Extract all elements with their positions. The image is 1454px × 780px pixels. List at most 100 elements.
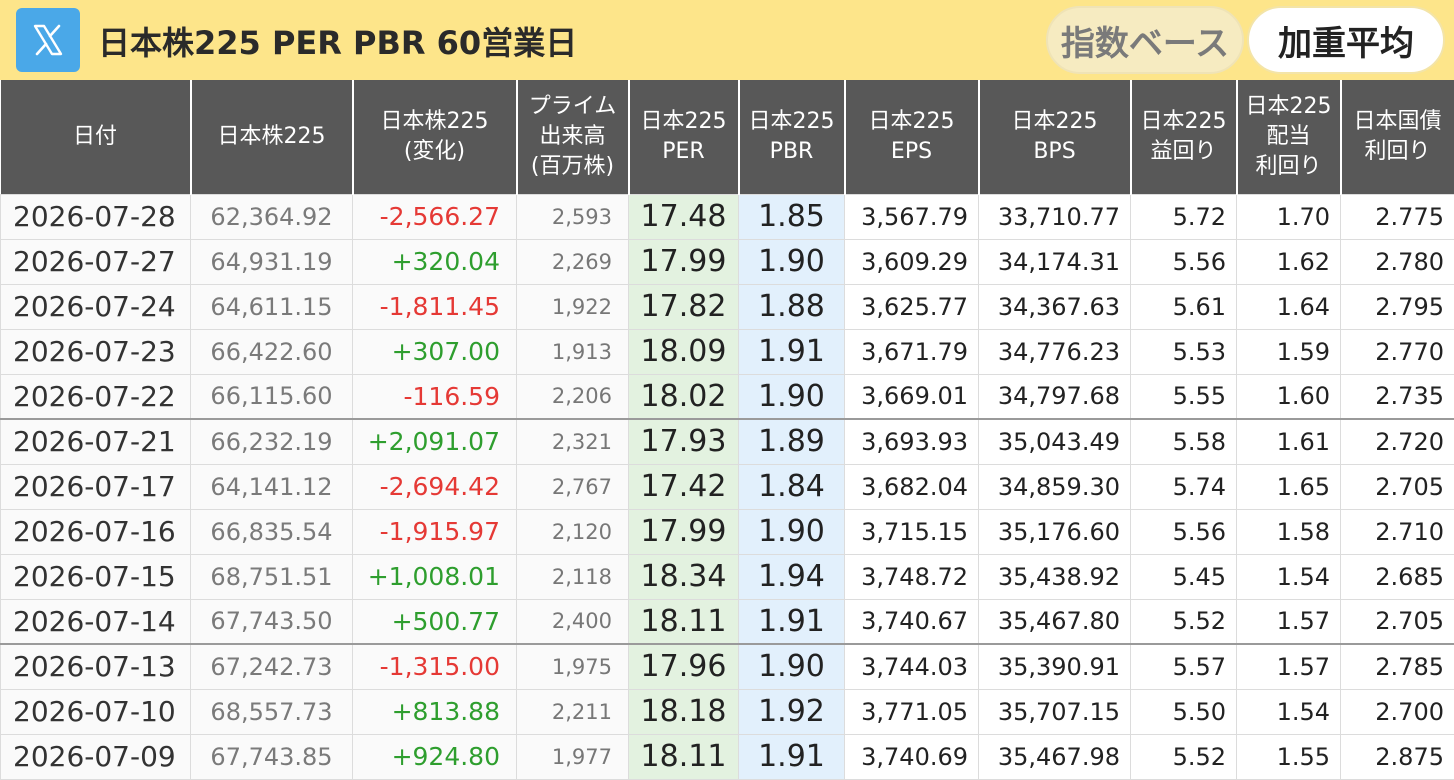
cell-volume: 2,767 (517, 464, 629, 509)
cell-bps: 34,367.63 (979, 284, 1131, 329)
cell-bps: 35,707.15 (979, 689, 1131, 734)
cell-per: 17.42 (629, 464, 739, 509)
cell-earnings-yield: 5.52 (1131, 599, 1237, 644)
x-logo-icon[interactable] (16, 8, 80, 72)
table-row[interactable]: 2026-07-1467,743.50+500.772,40018.111.91… (1, 599, 1454, 644)
cell-eps: 3,748.72 (845, 554, 979, 599)
header-change[interactable]: 日本株225(変化) (353, 80, 517, 194)
cell-jgb-yield: 2.875 (1341, 734, 1454, 779)
cell-bps: 35,176.60 (979, 509, 1131, 554)
table-row[interactable]: 2026-07-1666,835.54-1,915.972,12017.991.… (1, 509, 1454, 554)
cell-earnings-yield: 5.56 (1131, 239, 1237, 284)
cell-eps: 3,567.79 (845, 194, 979, 239)
cell-nikkei225: 66,422.60 (191, 329, 353, 374)
table-row[interactable]: 2026-07-2366,422.60+307.001,91318.091.91… (1, 329, 1454, 374)
cell-change: +2,091.07 (353, 419, 517, 464)
cell-date: 2026-07-14 (1, 599, 191, 644)
header-jgb-yield[interactable]: 日本国債利回り (1341, 80, 1454, 194)
cell-volume: 2,206 (517, 374, 629, 419)
cell-jgb-yield: 2.775 (1341, 194, 1454, 239)
cell-earnings-yield: 5.56 (1131, 509, 1237, 554)
cell-dividend-yield: 1.60 (1237, 374, 1341, 419)
cell-per: 18.09 (629, 329, 739, 374)
cell-change: -1,811.45 (353, 284, 517, 329)
cell-volume: 1,922 (517, 284, 629, 329)
cell-per: 17.48 (629, 194, 739, 239)
header-date[interactable]: 日付 (1, 80, 191, 194)
weighted-average-toggle-button[interactable]: 加重平均 (1247, 6, 1445, 74)
cell-bps: 35,467.80 (979, 599, 1131, 644)
header-label-line: 利回り (1238, 152, 1340, 182)
cell-change: +307.00 (353, 329, 517, 374)
cell-jgb-yield: 2.705 (1341, 599, 1454, 644)
cell-date: 2026-07-16 (1, 509, 191, 554)
cell-earnings-yield: 5.72 (1131, 194, 1237, 239)
table-row[interactable]: 2026-07-1568,751.51+1,008.012,11818.341.… (1, 554, 1454, 599)
header-label-line: 日本225 (846, 107, 978, 137)
header-label-line: (百万株) (518, 152, 628, 182)
cell-earnings-yield: 5.50 (1131, 689, 1237, 734)
header-label-line: 日本株225 (192, 122, 352, 152)
header-prime-volume[interactable]: プライム出来高(百万株) (517, 80, 629, 194)
cell-bps: 34,797.68 (979, 374, 1131, 419)
header-pbr[interactable]: 日本225PBR (739, 80, 845, 194)
cell-nikkei225: 67,743.50 (191, 599, 353, 644)
cell-change: -1,315.00 (353, 644, 517, 689)
header-eps[interactable]: 日本225EPS (845, 80, 979, 194)
cell-bps: 35,467.98 (979, 734, 1131, 779)
cell-jgb-yield: 2.780 (1341, 239, 1454, 284)
header-label-line: 益回り (1132, 137, 1236, 167)
cell-dividend-yield: 1.57 (1237, 644, 1341, 689)
header-nikkei225[interactable]: 日本株225 (191, 80, 353, 194)
cell-dividend-yield: 1.70 (1237, 194, 1341, 239)
cell-jgb-yield: 2.700 (1341, 689, 1454, 734)
table-row[interactable]: 2026-07-2764,931.19+320.042,26917.991.90… (1, 239, 1454, 284)
cell-pbr: 1.90 (739, 239, 845, 284)
cell-volume: 2,400 (517, 599, 629, 644)
table-row[interactable]: 2026-07-2266,115.60-116.592,20618.021.90… (1, 374, 1454, 419)
header-bps[interactable]: 日本225BPS (979, 80, 1131, 194)
table-row[interactable]: 2026-07-0967,743.85+924.801,97718.111.91… (1, 734, 1454, 779)
header-per[interactable]: 日本225PER (629, 80, 739, 194)
header-label-line: 出来高 (518, 122, 628, 152)
cell-per: 17.99 (629, 239, 739, 284)
cell-earnings-yield: 5.52 (1131, 734, 1237, 779)
cell-earnings-yield: 5.45 (1131, 554, 1237, 599)
cell-jgb-yield: 2.705 (1341, 464, 1454, 509)
header-label-line: 日本225 (630, 107, 738, 137)
cell-date: 2026-07-28 (1, 194, 191, 239)
cell-pbr: 1.84 (739, 464, 845, 509)
header-earnings-yield[interactable]: 日本225益回り (1131, 80, 1237, 194)
cell-eps: 3,609.29 (845, 239, 979, 284)
header-dividend-yield[interactable]: 日本225配当利回り (1237, 80, 1341, 194)
cell-nikkei225: 67,743.85 (191, 734, 353, 779)
table-row[interactable]: 2026-07-1367,242.73-1,315.001,97517.961.… (1, 644, 1454, 689)
table-row[interactable]: 2026-07-1764,141.12-2,694.422,76717.421.… (1, 464, 1454, 509)
header-label-line: BPS (980, 137, 1130, 167)
cell-dividend-yield: 1.62 (1237, 239, 1341, 284)
cell-per: 17.99 (629, 509, 739, 554)
cell-change: +320.04 (353, 239, 517, 284)
table-row[interactable]: 2026-07-2862,364.92-2,566.272,59317.481.… (1, 194, 1454, 239)
cell-nikkei225: 62,364.92 (191, 194, 353, 239)
top-bar: 日本株225 PER PBR 60営業日 指数ベース 加重平均 (0, 0, 1454, 80)
cell-earnings-yield: 5.57 (1131, 644, 1237, 689)
cell-per: 18.11 (629, 599, 739, 644)
table-row[interactable]: 2026-07-2166,232.19+2,091.072,32117.931.… (1, 419, 1454, 464)
cell-change: -116.59 (353, 374, 517, 419)
cell-dividend-yield: 1.55 (1237, 734, 1341, 779)
cell-volume: 2,118 (517, 554, 629, 599)
cell-bps: 33,710.77 (979, 194, 1131, 239)
table-row[interactable]: 2026-07-2464,611.15-1,811.451,92217.821.… (1, 284, 1454, 329)
cell-pbr: 1.90 (739, 374, 845, 419)
cell-dividend-yield: 1.57 (1237, 599, 1341, 644)
header-label-line: プライム (518, 92, 628, 122)
cell-eps: 3,682.04 (845, 464, 979, 509)
cell-per: 17.82 (629, 284, 739, 329)
cell-change: -2,566.27 (353, 194, 517, 239)
table-row[interactable]: 2026-07-1068,557.73+813.882,21118.181.92… (1, 689, 1454, 734)
cell-date: 2026-07-09 (1, 734, 191, 779)
header-label-line: 配当 (1238, 122, 1340, 152)
cell-eps: 3,740.69 (845, 734, 979, 779)
index-base-toggle-button[interactable]: 指数ベース (1046, 6, 1244, 74)
